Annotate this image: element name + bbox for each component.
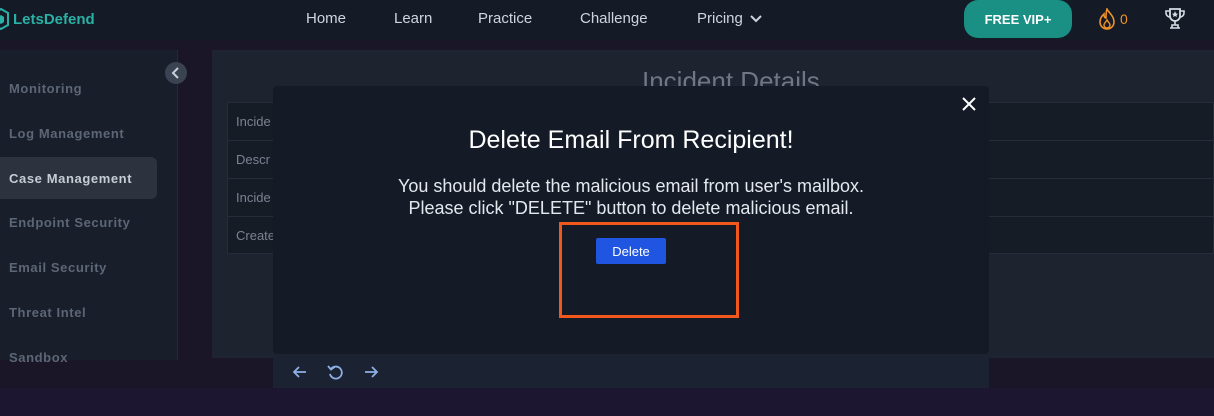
- sidebar-divider: [177, 50, 178, 360]
- arrow-right-icon[interactable]: [363, 364, 379, 380]
- sidebar-item-endpoint-security[interactable]: Endpoint Security: [0, 201, 157, 243]
- brand[interactable]: LetsDefend: [0, 7, 95, 31]
- nav-pricing-label: Pricing: [697, 10, 743, 27]
- points-counter[interactable]: 0: [1097, 8, 1128, 30]
- close-icon[interactable]: [961, 96, 977, 112]
- nav-home[interactable]: Home: [306, 10, 346, 27]
- chevron-down-icon: [750, 15, 762, 23]
- top-navbar: LetsDefend Home Learn Practice Challenge…: [0, 0, 1214, 40]
- brand-name: LetsDefend: [13, 10, 95, 28]
- modal-message-line: Please click "DELETE" button to delete m…: [408, 198, 854, 218]
- fire-icon: [1099, 8, 1115, 30]
- sidebar-item-email-security[interactable]: Email Security: [0, 246, 157, 288]
- logo-icon: [0, 7, 9, 31]
- table-cell: Create: [236, 228, 276, 243]
- modal-message-line: You should delete the malicious email fr…: [397, 176, 864, 196]
- sidebar-collapse-button[interactable]: [165, 62, 187, 84]
- sidebar-item-log-management[interactable]: Log Management: [0, 112, 157, 154]
- points-value: 0: [1120, 11, 1128, 27]
- sidebar-item-monitoring[interactable]: Monitoring: [0, 67, 157, 109]
- trophy-icon[interactable]: [1164, 7, 1186, 31]
- table-cell: Incide: [236, 114, 271, 129]
- page-footer-band: [0, 388, 1214, 416]
- nav-challenge[interactable]: Challenge: [580, 10, 648, 27]
- nav-learn[interactable]: Learn: [394, 10, 432, 27]
- modal-toolbar: [273, 356, 989, 388]
- nav-pricing[interactable]: Pricing: [697, 10, 763, 27]
- arrow-left-icon[interactable]: [292, 364, 308, 380]
- sidebar-item-sandbox[interactable]: Sandbox: [0, 336, 157, 378]
- chevron-left-icon: [171, 67, 179, 79]
- free-vip-button[interactable]: FREE VIP+: [964, 0, 1072, 38]
- refresh-icon[interactable]: [327, 364, 343, 380]
- table-cell: Incide: [236, 190, 271, 205]
- sidebar-item-case-management[interactable]: Case Management: [0, 157, 157, 199]
- highlight-annotation-box: [559, 222, 739, 318]
- modal-message: You should delete the malicious email fr…: [273, 175, 989, 219]
- sidebar-item-threat-intel[interactable]: Threat Intel: [0, 291, 157, 333]
- nav-practice[interactable]: Practice: [478, 10, 532, 27]
- table-cell: Descr: [236, 152, 270, 167]
- modal-title: Delete Email From Recipient!: [468, 126, 794, 154]
